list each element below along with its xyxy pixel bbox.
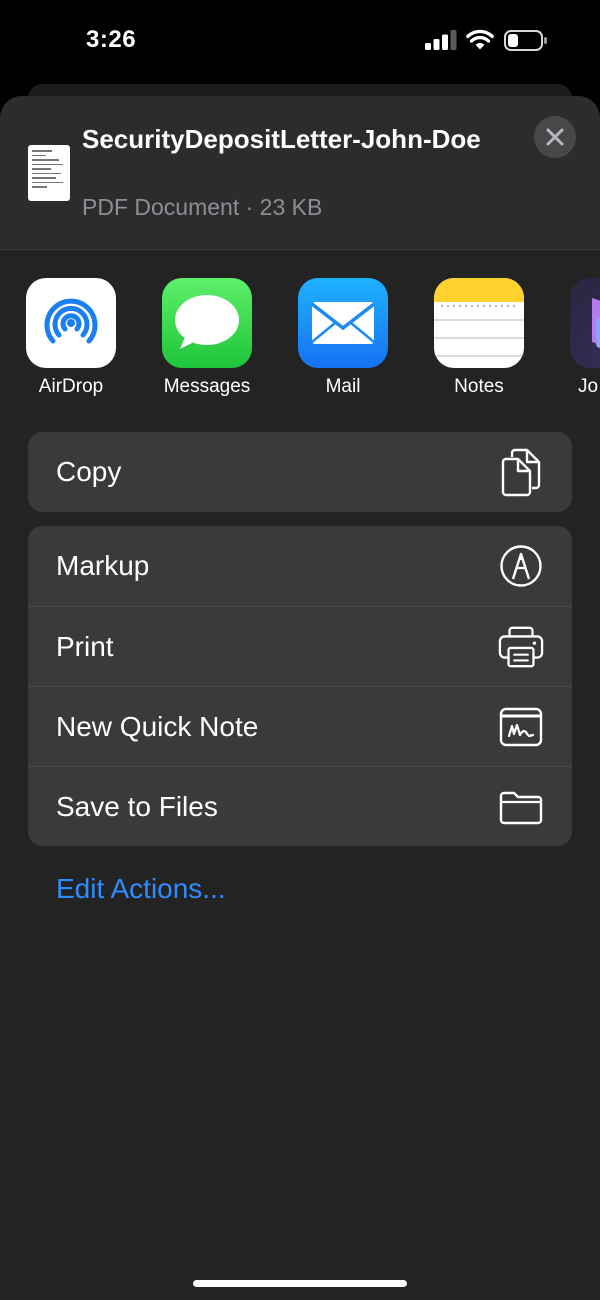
- close-button[interactable]: [534, 116, 576, 158]
- action-print[interactable]: Print: [28, 606, 572, 686]
- quick-note-icon: [498, 704, 544, 750]
- app-airdrop[interactable]: AirDrop: [16, 278, 126, 398]
- app-label: Notes: [454, 376, 504, 397]
- folder-icon: [498, 784, 544, 830]
- app-label: AirDrop: [38, 376, 104, 397]
- mail-icon: [298, 278, 388, 368]
- wifi-icon: [466, 29, 494, 50]
- copy-action-group: Copy: [28, 432, 572, 512]
- status-bar: 3:26: [0, 0, 600, 84]
- action-label: New Quick Note: [56, 710, 259, 742]
- notes-icon: [434, 278, 524, 368]
- document-title: SecurityDepositLetter-John-Doe: [82, 124, 481, 154]
- edit-actions-link[interactable]: Edit Actions...: [56, 873, 226, 905]
- action-label: Save to Files: [56, 790, 218, 822]
- app-label: Messages: [163, 376, 251, 397]
- app-messages[interactable]: Messages: [152, 278, 262, 398]
- messages-icon: [162, 278, 252, 368]
- airdrop-icon: [26, 278, 116, 368]
- action-copy[interactable]: Copy: [28, 432, 572, 512]
- action-label: Copy: [56, 456, 122, 487]
- app-label: Jo: [578, 376, 599, 397]
- share-apps-row: AirDrop Messages Mail Notes Jo: [0, 278, 600, 408]
- cellular-signal-icon: [425, 30, 457, 50]
- battery-icon: [504, 30, 547, 51]
- home-indicator[interactable]: [193, 1280, 407, 1287]
- action-label: Markup: [56, 550, 150, 581]
- app-label: Mail: [325, 376, 361, 397]
- close-icon: [546, 128, 564, 146]
- sheet-header: SecurityDepositLetter-John-Doe PDF Docum…: [0, 96, 600, 250]
- app-notes[interactable]: Notes: [424, 278, 534, 398]
- share-screen: 3:26 SecurityDepositLetter-John-Doe PDF …: [0, 0, 600, 1300]
- print-icon: [498, 624, 544, 670]
- share-sheet: SecurityDepositLetter-John-Doe PDF Docum…: [0, 96, 600, 1300]
- actions-group: Markup Print New Quick Note Save to File…: [28, 526, 572, 846]
- app-mail[interactable]: Mail: [288, 278, 398, 398]
- document-subtitle: PDF Document · 23 KB: [82, 194, 323, 220]
- action-markup[interactable]: Markup: [28, 526, 572, 606]
- markup-icon: [498, 543, 544, 589]
- copy-icon: [498, 448, 544, 497]
- app-journal[interactable]: Jo: [560, 278, 600, 398]
- action-save-to-files[interactable]: Save to Files: [28, 766, 572, 846]
- action-new-quick-note[interactable]: New Quick Note: [28, 686, 572, 766]
- action-label: Print: [56, 630, 114, 662]
- document-thumbnail: [28, 145, 70, 201]
- journal-icon: [570, 278, 600, 368]
- status-time: 3:26: [86, 26, 137, 53]
